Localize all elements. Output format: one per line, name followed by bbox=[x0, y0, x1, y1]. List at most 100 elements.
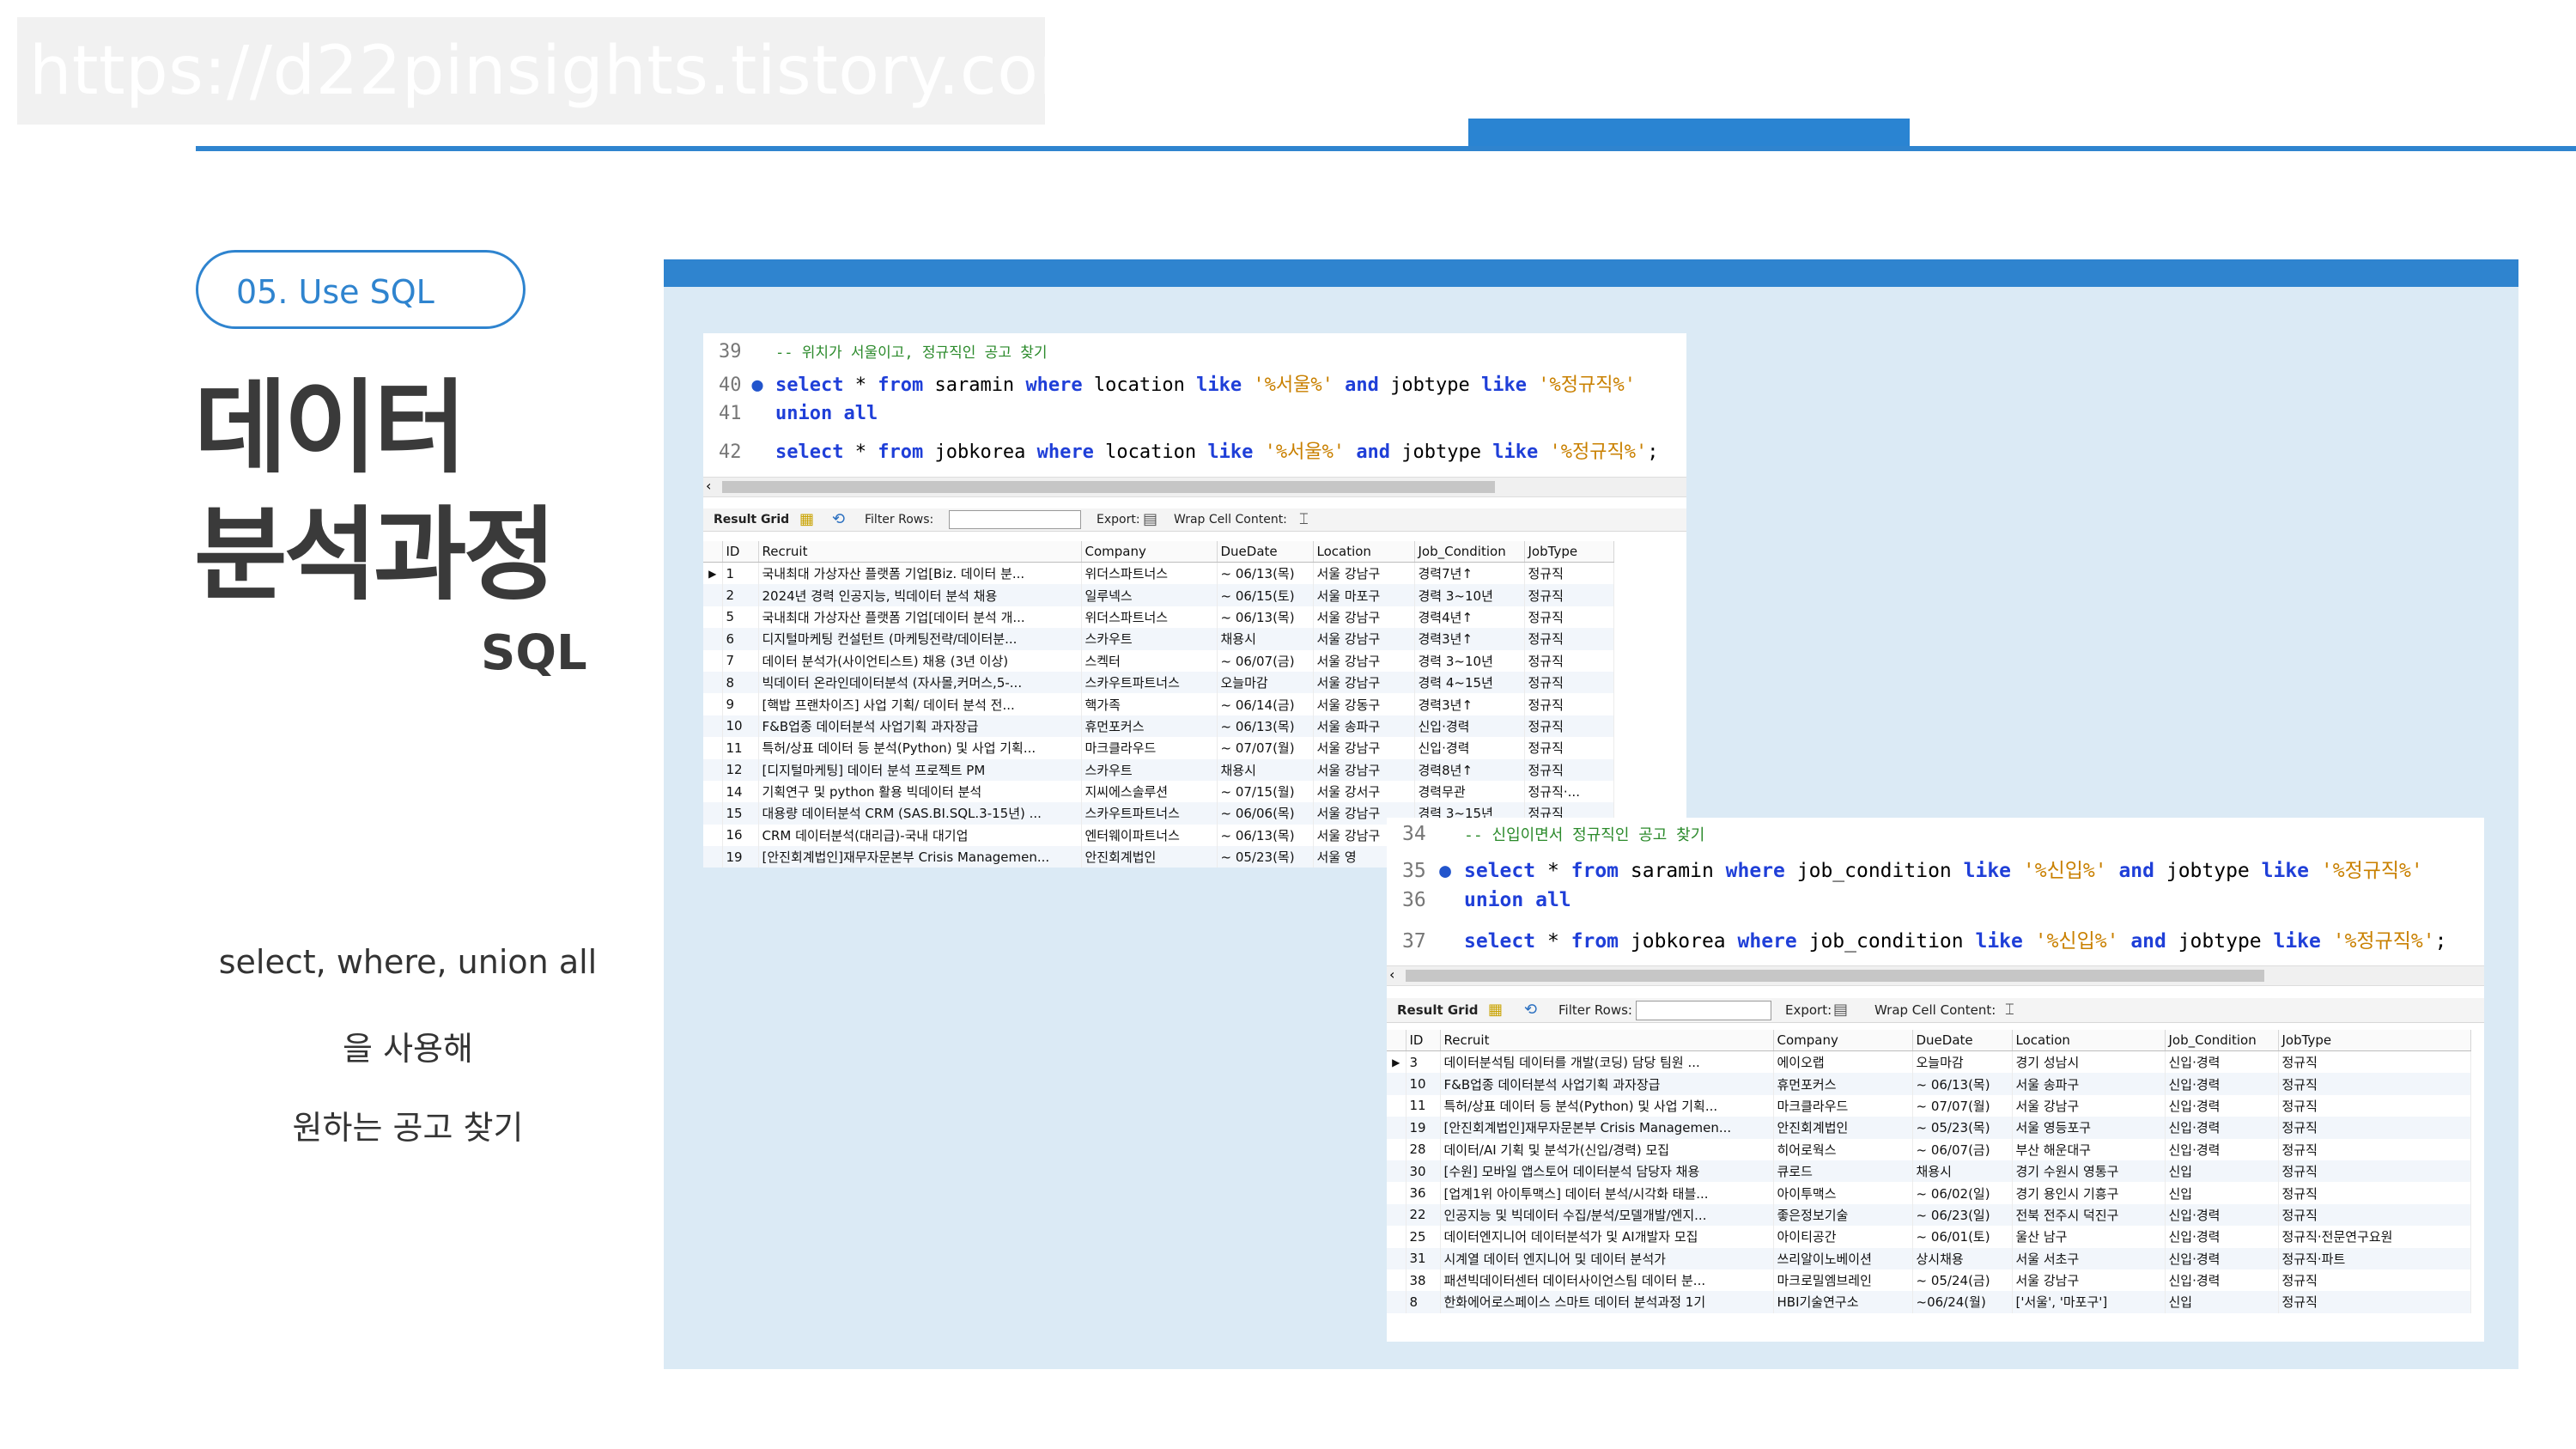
table-row[interactable]: 25 데이터엔지니어 데이터분석가 및 AI개발자 모집 아이티공간 ~ 06/01(… bbox=[1387, 1226, 2471, 1248]
cell-company[interactable]: 일루넥스 bbox=[1081, 584, 1218, 606]
cell-id[interactable]: 15 bbox=[722, 802, 759, 825]
cell-company[interactable]: 안진회계법인 bbox=[1081, 846, 1218, 868]
row-marker[interactable] bbox=[703, 671, 723, 694]
cell-jobtype[interactable]: 정규직 bbox=[1524, 671, 1614, 694]
table-row[interactable]: 38 패션빅데이터센터 데이터사이언스팀 데이터 분... 마크로밀엠브레인 ~ 05… bbox=[1387, 1269, 2471, 1292]
cell-id[interactable]: 31 bbox=[1406, 1247, 1441, 1269]
cell-recruit[interactable]: CRM 데이터분석(대리급)-국내 대기업 bbox=[758, 824, 1082, 847]
cell-company[interactable]: HBI기술연구소 bbox=[1773, 1291, 1913, 1313]
cell-duedate[interactable]: ~ 06/13(목) bbox=[1217, 824, 1314, 847]
cell-jobtype[interactable]: 정규직 bbox=[1524, 606, 1614, 629]
cell-location[interactable]: 서울 강남구 bbox=[1313, 737, 1415, 759]
table-row[interactable]: 31 시계열 데이터 엔지니어 및 데이터 분석가 쓰리알이노베이션 상시채용 서울 서… bbox=[1387, 1247, 2471, 1269]
scrollbar-thumb[interactable] bbox=[1406, 970, 2264, 982]
cell-id[interactable]: 12 bbox=[722, 758, 759, 781]
cell-duedate[interactable]: ~ 07/07(월) bbox=[1217, 737, 1314, 759]
cell-jobtype[interactable]: 정규직 bbox=[2278, 1050, 2471, 1074]
cell-id[interactable]: 25 bbox=[1406, 1226, 1441, 1248]
filter-rows-input[interactable] bbox=[1636, 1001, 1771, 1020]
cell-duedate[interactable]: ~ 06/06(목) bbox=[1217, 802, 1314, 825]
table-row[interactable]: 10 F&B업종 데이터분석 사업기획 과자장급 휴먼포커스 ~ 06/13(목) 서울… bbox=[703, 715, 1614, 738]
cell-location[interactable]: 경기 수원시 영통구 bbox=[2012, 1160, 2166, 1183]
table-row[interactable]: ▶ 1 국내최대 가상자산 플랫폼 기업[Biz. 데이터 분... 위더스파트너스 ~… bbox=[703, 562, 1614, 585]
cell-job-condition[interactable]: 신입·경력 bbox=[2165, 1094, 2279, 1117]
cell-job-condition[interactable]: 경력4년↑ bbox=[1414, 606, 1525, 629]
cell-duedate[interactable]: ~ 06/15(토) bbox=[1217, 584, 1314, 606]
table-row[interactable]: 2 2024년 경력 인공지능, 빅데이터 분석 채용 일루넥스 ~ 06/15(토)… bbox=[703, 584, 1614, 606]
column-header-recruit[interactable]: Recruit bbox=[758, 541, 1082, 563]
cell-location[interactable]: 경기 성남시 bbox=[2012, 1050, 2166, 1074]
cell-recruit[interactable]: 기획연구 및 python 활용 빅데이터 분석 bbox=[758, 780, 1082, 803]
cell-recruit[interactable]: 데이터엔지니어 데이터분석가 및 AI개발자 모집 bbox=[1440, 1226, 1774, 1248]
column-header-job-condition[interactable]: Job_Condition bbox=[2165, 1030, 2279, 1051]
cell-job-condition[interactable]: 신입·경력 bbox=[2165, 1117, 2279, 1139]
cell-jobtype[interactable]: 정규직 bbox=[1524, 628, 1614, 650]
cell-id[interactable]: 8 bbox=[722, 671, 759, 694]
table-row[interactable]: 22 인공지능 및 빅데이터 수집/분석/모델개발/엔지... 좋은정보기술 ~ 06… bbox=[1387, 1203, 2471, 1227]
row-marker[interactable] bbox=[703, 606, 723, 629]
cell-jobtype[interactable]: 정규직 bbox=[2278, 1203, 2471, 1227]
cell-job-condition[interactable]: 경력3년↑ bbox=[1414, 693, 1525, 715]
filter-rows-input[interactable] bbox=[949, 510, 1081, 529]
column-header-job-condition[interactable]: Job_Condition bbox=[1414, 541, 1525, 563]
refresh-icon[interactable]: ⟲ bbox=[1524, 998, 1537, 1022]
cell-recruit[interactable]: 인공지능 및 빅데이터 수집/분석/모델개발/엔지... bbox=[1440, 1203, 1774, 1227]
cell-company[interactable]: 엔터웨이파트너스 bbox=[1081, 824, 1218, 847]
cell-recruit[interactable]: [수원] 모바일 앱스토어 데이터분석 담당자 채용 bbox=[1440, 1160, 1774, 1183]
cell-job-condition[interactable]: 경력7년↑ bbox=[1414, 562, 1525, 585]
cell-id[interactable]: 30 bbox=[1406, 1160, 1441, 1183]
column-header-id[interactable]: ID bbox=[1406, 1030, 1441, 1051]
row-marker[interactable] bbox=[703, 758, 723, 781]
row-marker[interactable] bbox=[703, 715, 723, 738]
cell-jobtype[interactable]: 정규직 bbox=[2278, 1138, 2471, 1160]
cell-id[interactable]: 22 bbox=[1406, 1203, 1441, 1227]
cell-company[interactable]: 마크클라우드 bbox=[1081, 737, 1218, 759]
cell-job-condition[interactable]: 신입 bbox=[2165, 1160, 2279, 1183]
row-marker[interactable] bbox=[1387, 1291, 1406, 1313]
cell-location[interactable]: 서울 강남구 bbox=[2012, 1094, 2166, 1117]
cell-id[interactable]: 38 bbox=[1406, 1269, 1441, 1292]
cell-duedate[interactable]: ~ 06/23(일) bbox=[1912, 1203, 2013, 1227]
cell-company[interactable]: 히어로웍스 bbox=[1773, 1138, 1913, 1160]
cell-recruit[interactable]: 대용량 데이터분석 CRM (SAS.BI.SQL.3-15년) ... bbox=[758, 802, 1082, 825]
cell-job-condition[interactable]: 신입 bbox=[2165, 1291, 2279, 1313]
column-header-company[interactable]: Company bbox=[1773, 1030, 1913, 1051]
cell-id[interactable]: 1 bbox=[722, 562, 759, 585]
current-row-arrow-icon[interactable]: ▶ bbox=[1387, 1050, 1406, 1074]
cell-company[interactable]: 좋은정보기술 bbox=[1773, 1203, 1913, 1227]
cell-location[interactable]: 서울 강남구 bbox=[1313, 628, 1415, 650]
row-marker[interactable] bbox=[1387, 1269, 1406, 1292]
cell-company[interactable]: 쓰리알이노베이션 bbox=[1773, 1247, 1913, 1269]
table-row[interactable]: 14 기획연구 및 python 활용 빅데이터 분석 지씨에스솔루션 ~ 07/15… bbox=[703, 780, 1614, 803]
cell-job-condition[interactable]: 경력8년↑ bbox=[1414, 758, 1525, 781]
cell-company[interactable]: 에이오랩 bbox=[1773, 1050, 1913, 1074]
cell-recruit[interactable]: 디지털마케팅 컨설턴트 (마케팅전략/데이터분... bbox=[758, 628, 1082, 650]
cell-job-condition[interactable]: 신입·경력 bbox=[2165, 1247, 2279, 1269]
cell-duedate[interactable]: ~ 06/13(목) bbox=[1217, 606, 1314, 629]
cell-jobtype[interactable]: 정규직 bbox=[1524, 649, 1614, 672]
result-grid-tab[interactable]: Result Grid bbox=[1397, 998, 1478, 1022]
cell-location[interactable]: 부산 해운대구 bbox=[2012, 1138, 2166, 1160]
cell-id[interactable]: 28 bbox=[1406, 1138, 1441, 1160]
table-row[interactable]: 8 빅데이터 온라인데이터분석 (자사몰,커머스,5-... 스카우트파트너스 오늘마… bbox=[703, 671, 1614, 694]
cell-company[interactable]: 안진회계법인 bbox=[1773, 1117, 1913, 1139]
cell-recruit[interactable]: F&B업종 데이터분석 사업기획 과자장급 bbox=[758, 715, 1082, 738]
cell-recruit[interactable]: 특허/상표 데이터 등 분석(Python) 및 사업 기획... bbox=[1440, 1094, 1774, 1117]
cell-jobtype[interactable]: 정규직 bbox=[2278, 1291, 2471, 1313]
row-marker[interactable] bbox=[703, 780, 723, 803]
cell-location[interactable]: 서울 강남구 bbox=[1313, 606, 1415, 629]
cell-job-condition[interactable]: 신입·경력 bbox=[2165, 1226, 2279, 1248]
row-marker[interactable] bbox=[1387, 1203, 1406, 1227]
cell-company[interactable]: 휴먼포커스 bbox=[1081, 715, 1218, 738]
cell-job-condition[interactable]: 신입·경력 bbox=[2165, 1138, 2279, 1160]
cell-duedate[interactable]: 오늘마감 bbox=[1217, 671, 1314, 694]
cell-duedate[interactable]: ~ 06/14(금) bbox=[1217, 693, 1314, 715]
cell-company[interactable]: 휴먼포커스 bbox=[1773, 1073, 1913, 1095]
cell-id[interactable]: 36 bbox=[1406, 1182, 1441, 1204]
row-marker[interactable] bbox=[1387, 1247, 1406, 1269]
table-row[interactable]: 11 특허/상표 데이터 등 분석(Python) 및 사업 기획... 마크클라우… bbox=[703, 737, 1614, 759]
row-marker[interactable] bbox=[703, 584, 723, 606]
cell-jobtype[interactable]: 정규직 bbox=[2278, 1117, 2471, 1139]
cell-location[interactable]: 서울 송파구 bbox=[2012, 1073, 2166, 1095]
cell-id[interactable]: 19 bbox=[722, 846, 759, 868]
